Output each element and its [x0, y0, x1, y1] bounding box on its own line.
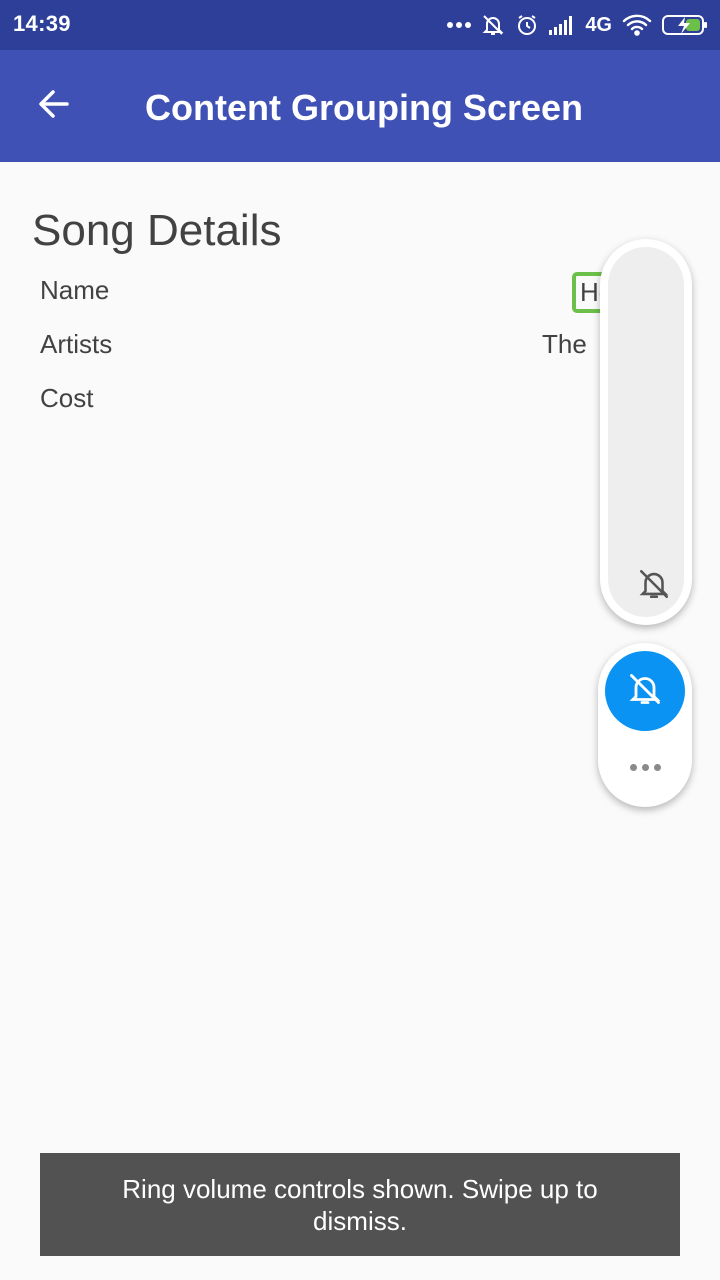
app-bar: Content Grouping Screen: [0, 50, 720, 162]
more-dot: [629, 763, 637, 771]
ring-volume-slider[interactable]: [608, 247, 684, 617]
name-label: Name: [40, 275, 110, 305]
status-bar: 14:39 4G: [0, 0, 720, 50]
status-icons: 4G: [447, 10, 708, 40]
more-horizontal-icon[interactable]: [625, 753, 665, 781]
more-dots-icon: [447, 21, 472, 29]
network-type: 4G: [585, 13, 612, 36]
bell-muted-icon: [627, 671, 663, 712]
ringer-mode-button[interactable]: [605, 651, 685, 731]
page-title: Content Grouping Screen: [145, 87, 584, 128]
signal-icon: [549, 15, 575, 35]
section-title: Song Details: [32, 206, 282, 255]
bell-muted-icon: [635, 565, 673, 603]
notifications-muted-icon: [481, 13, 505, 37]
status-time: 14:39: [13, 11, 71, 36]
artists-label: Artists: [40, 329, 113, 359]
wifi-icon: [622, 14, 652, 36]
battery-charging-icon: [662, 13, 708, 37]
toast-message: Ring volume controls shown. Swipe up to …: [40, 1153, 680, 1256]
cost-label: Cost: [40, 383, 94, 413]
more-dot: [641, 763, 649, 771]
ring-volume-slider-panel: [600, 239, 692, 625]
back-button[interactable]: [22, 74, 86, 138]
more-dot: [653, 763, 661, 771]
artists-value: The: [542, 329, 587, 359]
ringer-mode-panel: [598, 643, 692, 807]
alarm-icon: [515, 13, 539, 37]
arrow-back-icon: [36, 86, 72, 127]
